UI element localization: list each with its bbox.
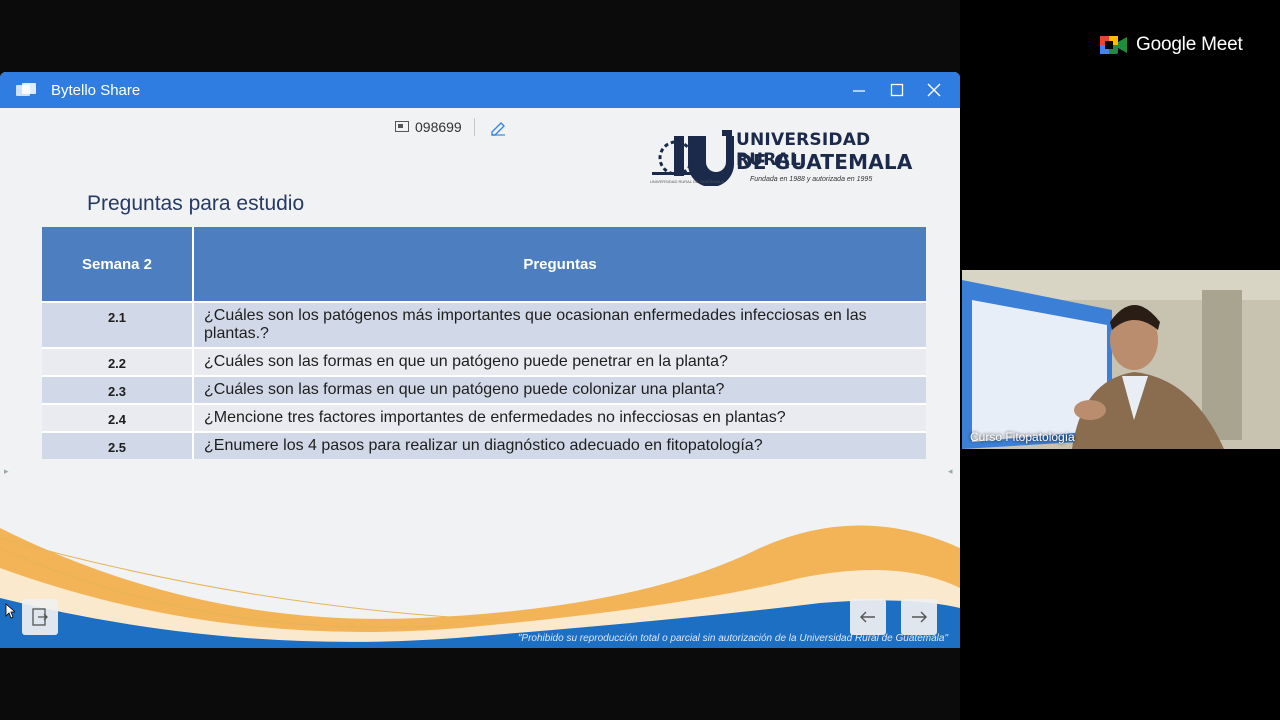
column-header-week: Semana 2 bbox=[42, 227, 194, 302]
google-meet-logo: Google Meet bbox=[1100, 34, 1243, 56]
minimize-icon bbox=[853, 90, 865, 92]
right-edge-arrow-icon: ◂ bbox=[948, 466, 953, 476]
window-titlebar[interactable]: Bytello Share bbox=[0, 72, 960, 108]
question-number: 2.4 bbox=[42, 403, 194, 432]
arrow-right-icon bbox=[912, 611, 927, 623]
meet-brand-text: Google Meet bbox=[1136, 34, 1243, 55]
university-name-line2: DE GUATEMALA bbox=[736, 150, 913, 174]
university-small-text: UNIVERSIDAD RURAL DE GUATEMALA bbox=[650, 179, 725, 184]
bytello-app-icon bbox=[16, 83, 36, 96]
mouse-cursor-icon bbox=[5, 603, 15, 619]
participant-name: Curso Fitopatología bbox=[970, 430, 1075, 444]
left-edge-arrow-icon: ▸ bbox=[4, 466, 9, 476]
questions-table: Semana 2 Preguntas 2.1 ¿Cuáles son los p… bbox=[42, 227, 926, 459]
annotate-pen-icon[interactable] bbox=[489, 118, 507, 136]
minimize-button[interactable] bbox=[840, 72, 878, 108]
question-number: 2.2 bbox=[42, 347, 194, 376]
table-row: 2.5 ¿Enumere los 4 pasos para realizar u… bbox=[42, 431, 926, 459]
exit-icon bbox=[32, 608, 48, 626]
next-slide-button[interactable] bbox=[901, 599, 937, 635]
participant-video bbox=[962, 270, 1280, 449]
decorative-waves bbox=[0, 525, 960, 648]
exit-button[interactable] bbox=[22, 599, 58, 635]
university-emblem bbox=[652, 130, 734, 187]
window-title: Bytello Share bbox=[51, 81, 141, 99]
question-text: ¿Cuáles son las formas en que un patógen… bbox=[193, 347, 926, 376]
table-row: 2.4 ¿Mencione tres factores importantes … bbox=[42, 403, 926, 432]
room-code-bar: 098699 bbox=[395, 118, 507, 136]
university-logo: UNIVERSIDAD RURAL DE GUATEMALA Fundada e… bbox=[650, 128, 922, 190]
participant-tile[interactable]: Curso Fitopatología bbox=[962, 270, 1280, 449]
close-icon bbox=[927, 83, 941, 97]
presentation-slide: 098699 UNIVERSIDAD RURAL DE GUATEMALA Fu… bbox=[0, 108, 960, 648]
question-number: 2.3 bbox=[42, 375, 194, 404]
slide-heading: Preguntas para estudio bbox=[87, 192, 305, 215]
table-row: 2.1 ¿Cuáles son los patógenos más import… bbox=[42, 301, 926, 348]
room-code: 098699 bbox=[415, 119, 462, 135]
screen-code-icon bbox=[395, 121, 409, 132]
question-number: 2.5 bbox=[42, 431, 194, 459]
table-header-row: Semana 2 Preguntas bbox=[42, 227, 926, 302]
screen: Google Meet Curso Fitopatología Bytello … bbox=[0, 0, 1280, 720]
table-row: 2.3 ¿Cuáles son las formas en que un pat… bbox=[42, 375, 926, 404]
meet-camera-icon bbox=[1100, 36, 1127, 54]
arrow-left-icon bbox=[860, 611, 875, 623]
previous-slide-button[interactable] bbox=[850, 599, 886, 635]
bytello-window: Bytello Share 098699 UNIVERSIDAD RURAL D… bbox=[0, 72, 960, 648]
question-number: 2.1 bbox=[42, 301, 194, 348]
university-founded: Fundada en 1988 y autorizada en 1995 bbox=[750, 176, 873, 183]
question-text: ¿Enumere los 4 pasos para realizar un di… bbox=[193, 431, 926, 459]
maximize-button[interactable] bbox=[878, 72, 916, 108]
maximize-icon bbox=[890, 83, 904, 97]
table-row: 2.2 ¿Cuáles son las formas en que un pat… bbox=[42, 347, 926, 376]
toolbar-divider bbox=[473, 118, 475, 136]
close-button[interactable] bbox=[915, 72, 953, 108]
question-text: ¿Cuáles son los patógenos más importante… bbox=[193, 301, 926, 348]
column-header-questions: Preguntas bbox=[193, 227, 926, 302]
question-text: ¿Mencione tres factores importantes de e… bbox=[193, 403, 926, 432]
question-text: ¿Cuáles son las formas en que un patógen… bbox=[193, 375, 926, 404]
